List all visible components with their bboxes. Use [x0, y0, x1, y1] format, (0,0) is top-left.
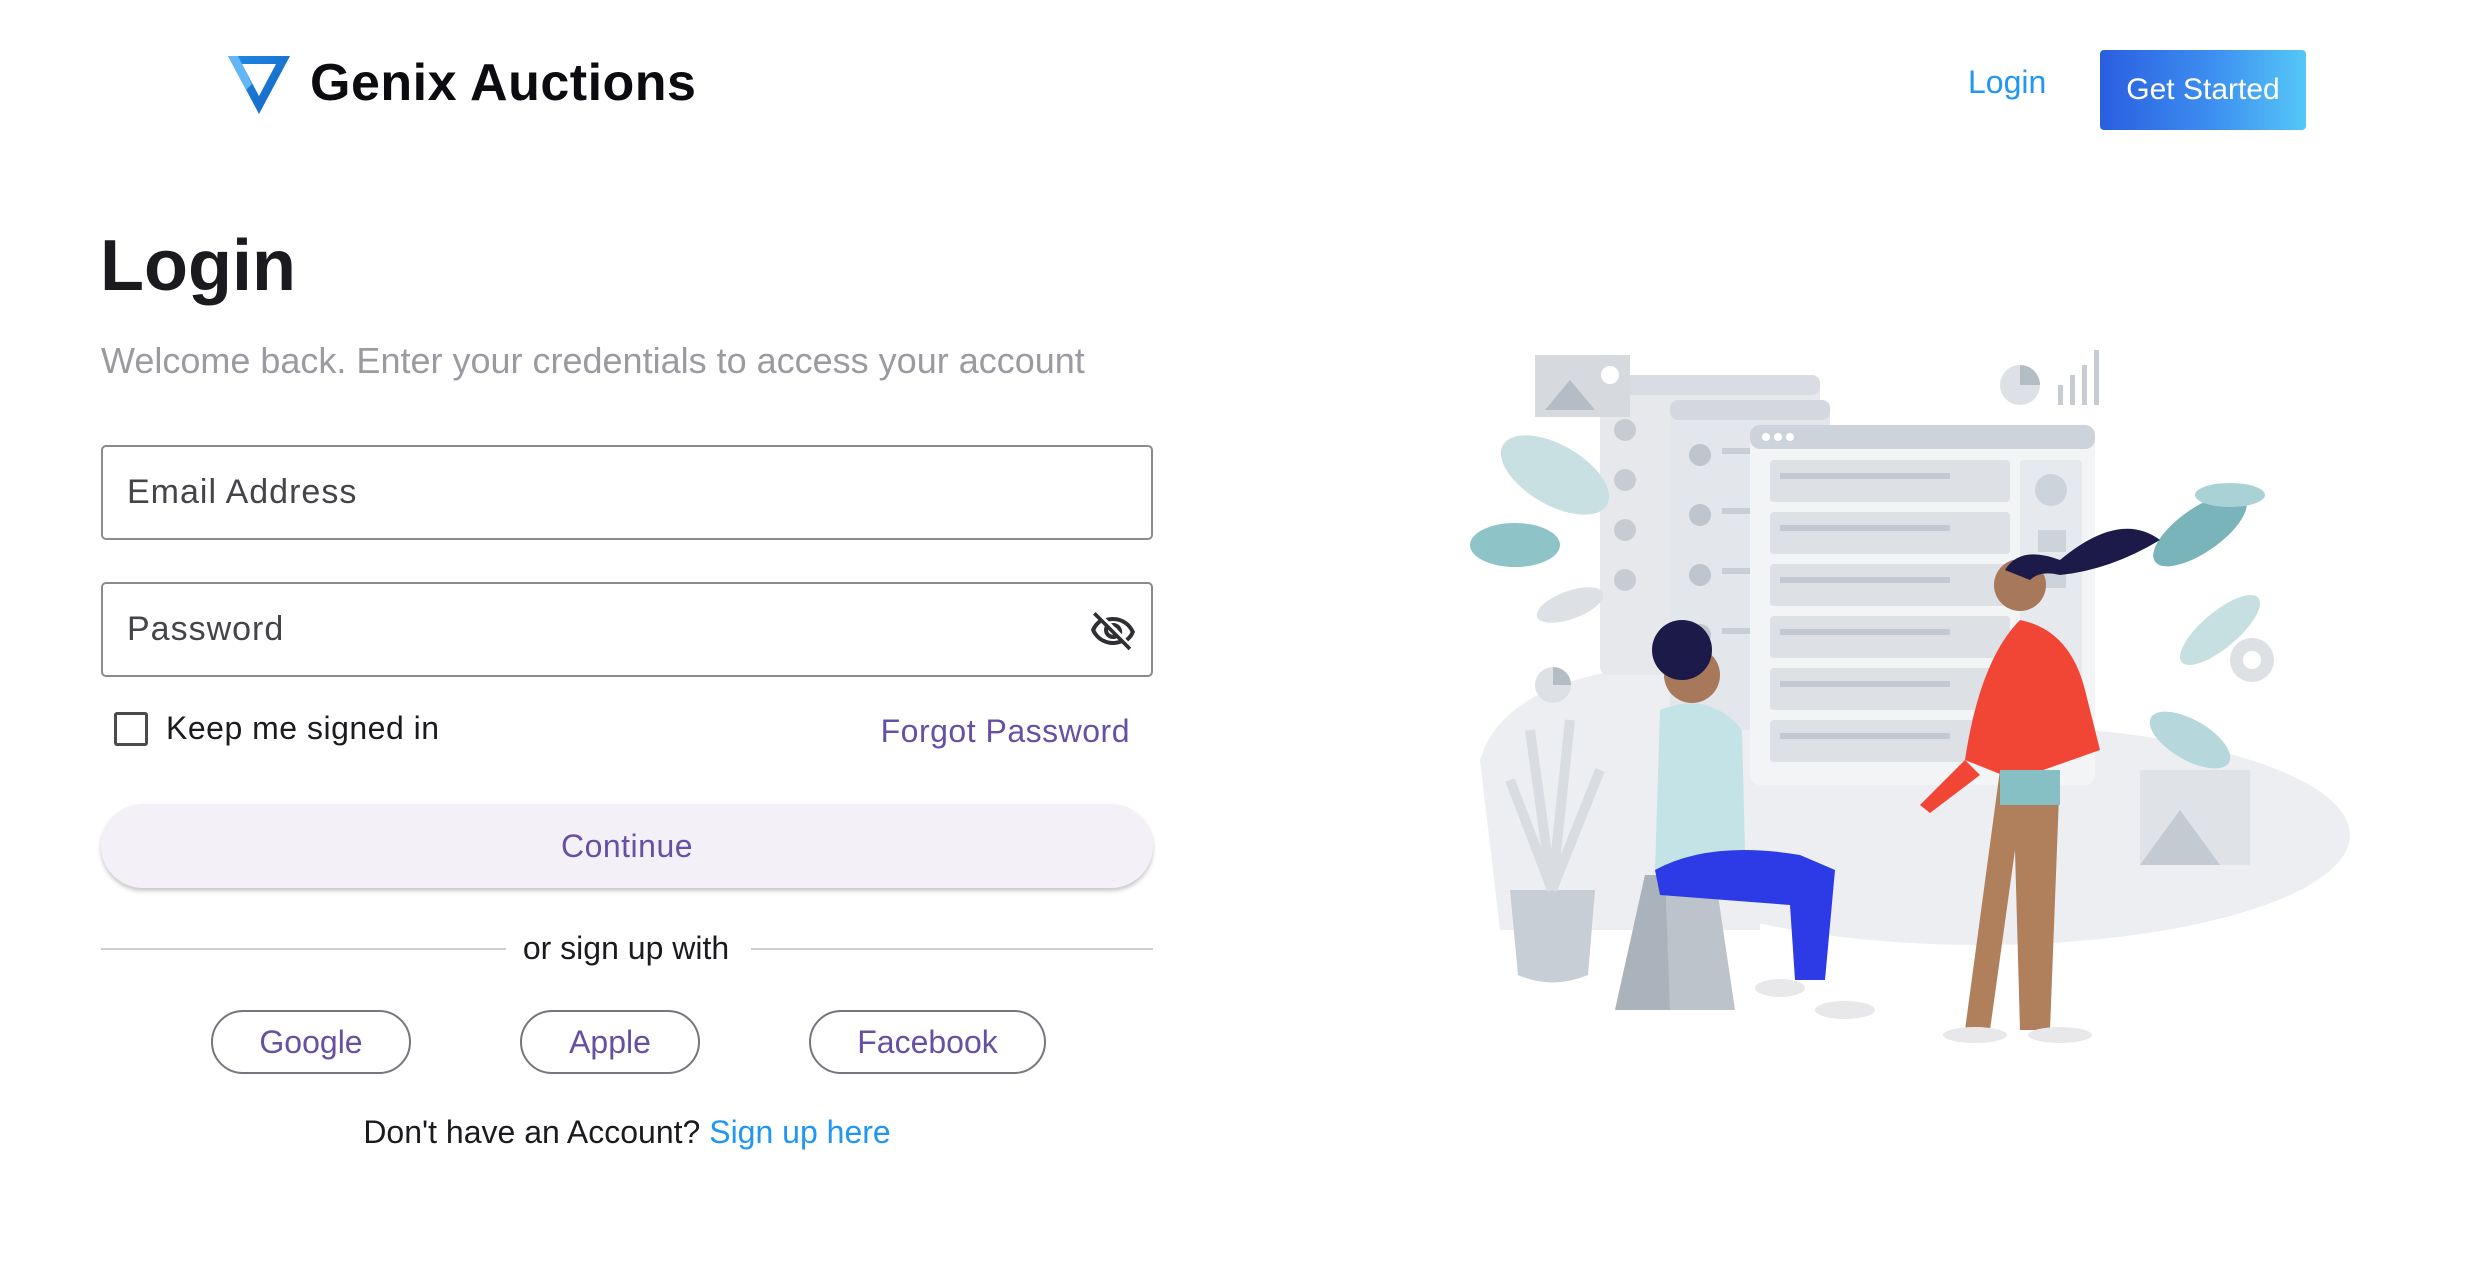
divider-left	[101, 948, 506, 950]
continue-button[interactable]: Continue	[101, 804, 1153, 888]
keep-signed-in-label: Keep me signed in	[166, 710, 440, 746]
eye-off-icon[interactable]	[1089, 608, 1137, 656]
page-subtitle: Welcome back. Enter your credentials to …	[101, 340, 1085, 381]
divider-text: or sign up with	[522, 930, 730, 966]
brand-logo[interactable]: Genix Auctions	[226, 50, 696, 116]
nav-login-link[interactable]: Login	[1968, 64, 2046, 101]
team-dashboard-illustration	[1470, 350, 2350, 1043]
password-field	[101, 582, 1153, 677]
keep-signed-in[interactable]: Keep me signed in	[114, 710, 440, 747]
keep-signed-in-checkbox[interactable]	[114, 711, 148, 746]
signup-link[interactable]: Sign up here	[709, 1114, 890, 1150]
forgot-password-link[interactable]: Forgot Password	[881, 713, 1130, 750]
brand-name: Genix Auctions	[310, 54, 697, 112]
no-account-text: Don't have an Account?	[363, 1114, 701, 1150]
email-input[interactable]	[103, 447, 1151, 538]
apple-button[interactable]: Apple	[520, 1010, 700, 1074]
signup-prompt: Don't have an Account? Sign up here	[0, 1114, 1254, 1151]
facebook-button[interactable]: Facebook	[809, 1010, 1046, 1074]
google-button[interactable]: Google	[211, 1010, 411, 1074]
email-field	[101, 445, 1153, 540]
get-started-button[interactable]: Get Started	[2100, 50, 2306, 130]
page-title: Login	[100, 226, 296, 306]
triangle-logo-icon	[228, 56, 290, 114]
divider-right	[751, 948, 1153, 950]
password-input[interactable]	[103, 584, 1151, 675]
